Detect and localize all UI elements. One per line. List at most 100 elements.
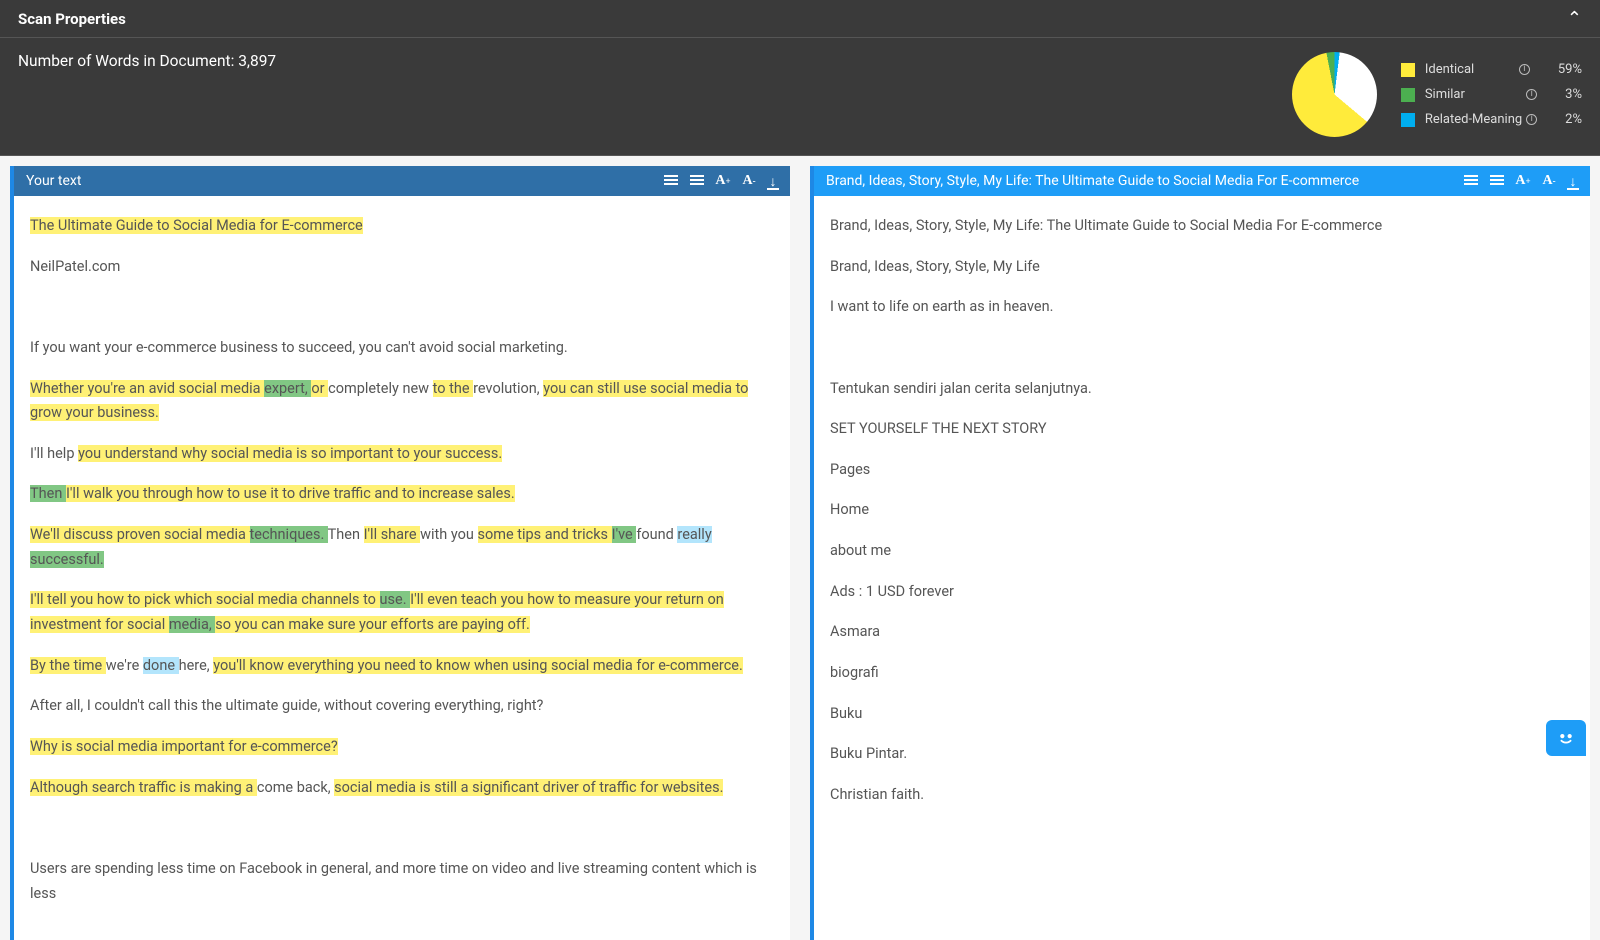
legend-related: Related-Meaning i 2% bbox=[1401, 112, 1582, 127]
highlight-span[interactable]: so you can make sure your efforts are pa… bbox=[215, 616, 530, 633]
highlight-span[interactable]: you understand why social media is so im… bbox=[78, 445, 502, 462]
align-left-icon[interactable] bbox=[662, 172, 680, 190]
source-line: Tentukan sendiri jalan cerita selanjutny… bbox=[830, 377, 1574, 402]
highlight-span[interactable]: I've bbox=[612, 526, 637, 543]
highlight-span[interactable]: really bbox=[677, 526, 711, 543]
source-line: Christian faith. bbox=[830, 783, 1574, 808]
align-right-icon[interactable] bbox=[1488, 172, 1506, 190]
download-icon[interactable] bbox=[1566, 172, 1580, 190]
highlight-span[interactable]: Although search traffic is making a bbox=[30, 779, 257, 796]
highlight-span[interactable]: successful. bbox=[30, 551, 104, 568]
text-span: After all, I couldn't call this the ulti… bbox=[30, 697, 543, 714]
align-right-icon[interactable] bbox=[688, 172, 706, 190]
font-decrease-icon[interactable]: A- bbox=[740, 172, 758, 190]
font-increase-icon[interactable]: A+ bbox=[714, 172, 732, 190]
highlight-span[interactable]: I'll share bbox=[364, 526, 421, 543]
highlight-span[interactable]: The Ultimate Guide to Social Media for E… bbox=[30, 217, 363, 234]
font-increase-icon[interactable]: A+ bbox=[1514, 172, 1532, 190]
highlight-span[interactable]: social media is still a significant driv… bbox=[334, 779, 723, 796]
text-span: found bbox=[636, 526, 677, 543]
legend-similar: Similar i 3% bbox=[1401, 87, 1582, 102]
text-paragraph: Why is social media important for e-comm… bbox=[30, 735, 774, 760]
text-span: NeilPatel.com bbox=[30, 258, 120, 275]
highlight-span[interactable]: media, bbox=[169, 616, 215, 633]
your-text-body: The Ultimate Guide to Social Media for E… bbox=[14, 196, 790, 940]
highlight-span[interactable]: or bbox=[311, 380, 328, 397]
source-panel: Brand, Ideas, Story, Style, My Life: The… bbox=[810, 166, 1590, 940]
text-paragraph bbox=[30, 816, 774, 841]
text-paragraph: I'll help you understand why social medi… bbox=[30, 442, 774, 467]
stats-block: Identical i 59% Similar i 3% Related-Mea… bbox=[1292, 52, 1582, 137]
text-paragraph: I'll tell you how to pick which social m… bbox=[30, 588, 774, 637]
source-line: Buku Pintar. bbox=[830, 742, 1574, 767]
highlight-span[interactable]: We'll discuss proven social media bbox=[30, 526, 250, 543]
source-body: Brand, Ideas, Story, Style, My Life: The… bbox=[814, 196, 1590, 842]
text-paragraph: We'll discuss proven social media techni… bbox=[30, 523, 774, 572]
text-paragraph bbox=[30, 295, 774, 320]
your-text-panel: Your text A+ A- The Ultimate Guide to So… bbox=[10, 166, 790, 940]
highlight-span[interactable]: done bbox=[143, 657, 179, 674]
highlight-span[interactable]: Whether you're an avid social media bbox=[30, 380, 264, 397]
text-paragraph: The Ultimate Guide to Social Media for E… bbox=[30, 214, 774, 239]
highlight-span[interactable]: I'll tell you how to pick which social m… bbox=[30, 591, 380, 608]
highlight-span[interactable]: expert, bbox=[264, 380, 311, 397]
text-span: If you want your e-commerce business to … bbox=[30, 339, 568, 356]
highlight-span[interactable]: some tips and tricks bbox=[478, 526, 612, 543]
left-toolbar: A+ A- bbox=[662, 172, 780, 190]
source-line: about me bbox=[830, 539, 1574, 564]
highlight-span[interactable]: By the time bbox=[30, 657, 106, 674]
source-title: Brand, Ideas, Story, Style, My Life: The… bbox=[826, 173, 1359, 189]
text-paragraph: Users are spending less time on Facebook… bbox=[30, 857, 774, 906]
source-line: Buku bbox=[830, 702, 1574, 727]
highlight-span[interactable]: to the bbox=[433, 380, 473, 397]
text-span: I'll help bbox=[30, 445, 78, 462]
swatch-similar bbox=[1401, 88, 1415, 102]
text-span: Users are spending less time on Facebook… bbox=[30, 860, 757, 902]
word-count-label: Number of Words in Document: 3,897 bbox=[18, 52, 276, 70]
highlight-span[interactable]: techniques. bbox=[250, 526, 328, 543]
source-line: Asmara bbox=[830, 620, 1574, 645]
source-line: Brand, Ideas, Story, Style, My Life: The… bbox=[830, 214, 1574, 239]
highlight-span[interactable]: use. bbox=[380, 591, 411, 608]
text-paragraph: Then I'll walk you through how to use it… bbox=[30, 482, 774, 507]
font-decrease-icon[interactable]: A- bbox=[1540, 172, 1558, 190]
text-span: here, bbox=[179, 657, 214, 674]
legend-identical: Identical i 59% bbox=[1401, 62, 1582, 77]
source-line: Home bbox=[830, 498, 1574, 523]
scan-properties-title: Scan Properties bbox=[18, 10, 126, 28]
align-left-icon[interactable] bbox=[1462, 172, 1480, 190]
collapse-icon[interactable]: ⌃ bbox=[1567, 8, 1582, 29]
text-span: completely new bbox=[328, 380, 433, 397]
source-line bbox=[830, 336, 1574, 361]
text-paragraph: After all, I couldn't call this the ulti… bbox=[30, 694, 774, 719]
text-paragraph: Whether you're an avid social media expe… bbox=[30, 377, 774, 426]
highlight-span[interactable]: I'll walk you through how to use it to d… bbox=[66, 485, 515, 502]
source-line: Brand, Ideas, Story, Style, My Life bbox=[830, 255, 1574, 280]
highlight-span[interactable]: Then bbox=[30, 485, 66, 502]
match-pie-chart bbox=[1292, 52, 1377, 137]
highlight-span[interactable]: you'll know everything you need to know … bbox=[213, 657, 743, 674]
source-line: SET YOURSELF THE NEXT STORY bbox=[830, 417, 1574, 442]
right-toolbar: A+ A- bbox=[1462, 172, 1580, 190]
highlight-span[interactable]: Why is social media important for e-comm… bbox=[30, 738, 338, 755]
text-paragraph: By the time we're done here, you'll know… bbox=[30, 654, 774, 679]
source-line: I want to life on earth as in heaven. bbox=[830, 295, 1574, 320]
text-paragraph: NeilPatel.com bbox=[30, 255, 774, 280]
text-span: we're bbox=[106, 657, 143, 674]
text-paragraph: Although search traffic is making a come… bbox=[30, 776, 774, 801]
scan-properties-header: Scan Properties ⌃ Number of Words in Doc… bbox=[0, 0, 1600, 156]
source-line: Ads : 1 USD forever bbox=[830, 580, 1574, 605]
info-icon[interactable]: i bbox=[1526, 114, 1537, 125]
info-icon[interactable]: i bbox=[1526, 89, 1537, 100]
text-span: with you bbox=[420, 526, 477, 543]
your-text-title: Your text bbox=[26, 173, 81, 189]
download-icon[interactable] bbox=[766, 172, 780, 190]
swatch-related bbox=[1401, 113, 1415, 127]
legend: Identical i 59% Similar i 3% Related-Mea… bbox=[1401, 62, 1582, 127]
text-span: come back, bbox=[257, 779, 334, 796]
text-paragraph: If you want your e-commerce business to … bbox=[30, 336, 774, 361]
chat-bubble-icon[interactable] bbox=[1546, 720, 1586, 756]
text-span: Then bbox=[328, 526, 364, 543]
info-icon[interactable]: i bbox=[1519, 64, 1530, 75]
swatch-identical bbox=[1401, 63, 1415, 77]
